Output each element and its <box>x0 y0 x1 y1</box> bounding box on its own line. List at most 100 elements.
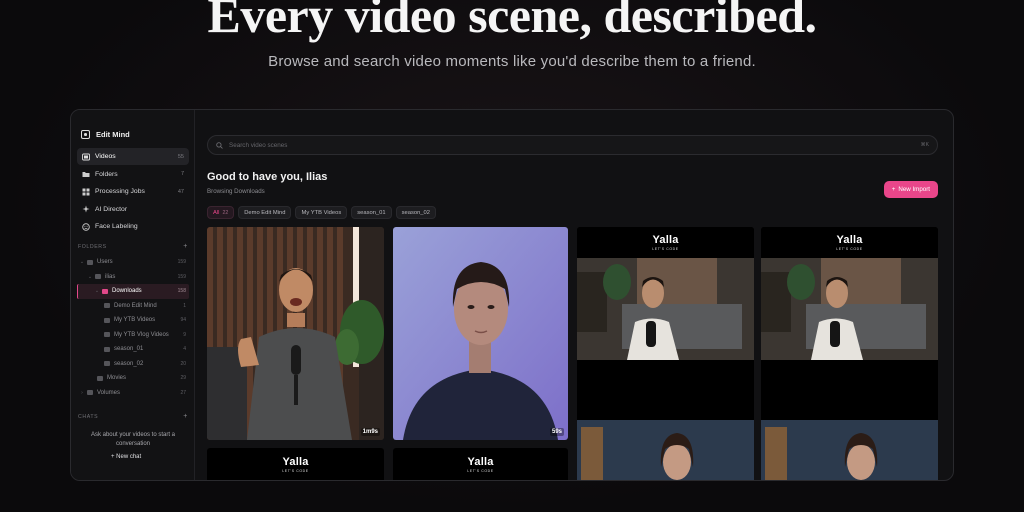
video-card[interactable]: Yalla LET'S CODE <box>207 448 384 480</box>
chevron-down-icon: ⌄ <box>79 259 85 266</box>
tree-item-my-ytb-videos[interactable]: My YTB Videos 94 <box>77 313 189 328</box>
hero-title: Every video scene, described. <box>207 0 817 43</box>
sidebar-item-folders[interactable]: Folders 7 <box>77 166 189 183</box>
tree-item-count: 29 <box>180 375 186 382</box>
video-overlay-subtitle: LET'S CODE <box>836 247 863 251</box>
add-chat-icon[interactable]: + <box>183 413 188 420</box>
app-window: Edit Mind Videos 55 Folders 7 Processing… <box>70 109 954 481</box>
video-duration: 59s <box>549 428 564 436</box>
tree-item-label: My YTB Videos <box>114 317 156 324</box>
chats-section-label: CHATS + <box>78 413 188 420</box>
video-overlay-subtitle: LET'S CODE <box>652 247 679 251</box>
chip-my-ytb-videos[interactable]: My YTB Videos <box>295 206 348 219</box>
chip-count: 22 <box>222 209 229 216</box>
tree-item-count: 4 <box>183 346 186 353</box>
video-card[interactable]: Yalla LET'S CODE <box>393 448 568 480</box>
chevron-down-icon: ⌄ <box>87 273 93 280</box>
folder-icon <box>104 317 110 323</box>
video-overlay-title: Yalla <box>652 234 679 246</box>
tree-item-ilias[interactable]: ⌄ ilias 159 <box>77 270 189 285</box>
video-thumbnail <box>761 227 938 480</box>
tree-item-downloads[interactable]: ⌄ Downloads 158 <box>77 284 189 299</box>
search-input[interactable] <box>229 141 921 149</box>
video-duration: 1m9s <box>360 428 380 436</box>
video-card[interactable]: Yalla LET'S CODE <box>761 227 938 480</box>
hero-subtitle: Browse and search video moments like you… <box>268 53 756 70</box>
sidebar-item-processing-jobs[interactable]: Processing Jobs 47 <box>77 183 189 200</box>
filter-chips: All 22 Demo Edit Mind My YTB Videos seas… <box>207 206 436 219</box>
tree-item-users[interactable]: ⌄ Users 159 <box>77 255 189 270</box>
video-thumbnail <box>207 227 384 440</box>
chat-help-text: Ask about your videos to start a convers… <box>90 432 176 447</box>
video-overlay-title: Yalla <box>282 456 309 468</box>
new-chat-button[interactable]: + New chat <box>111 454 141 460</box>
chip-season-01[interactable]: season_01 <box>351 206 392 219</box>
sidebar-item-count: 47 <box>177 188 184 195</box>
tree-item-season-02[interactable]: season_02 20 <box>77 357 189 372</box>
sidebar-item-label: Videos <box>95 153 116 160</box>
sidebar-item-face-labeling[interactable]: Face Labeling <box>77 218 189 235</box>
brand[interactable]: Edit Mind <box>81 130 130 139</box>
folders-section-label: FOLDERS + <box>78 243 188 250</box>
chip-season-02[interactable]: season_02 <box>395 206 436 219</box>
tree-item-label: season_02 <box>114 360 144 367</box>
tree-item-my-ytb-vlog-videos[interactable]: My YTB Vlog Videos 9 <box>77 328 189 343</box>
tree-item-label: season_01 <box>114 346 144 353</box>
chip-label: season_02 <box>401 209 430 216</box>
plus-icon: + <box>891 186 896 193</box>
tree-item-label: My YTB Vlog Videos <box>114 331 169 338</box>
tree-item-count: 20 <box>180 360 186 367</box>
search-bar[interactable]: ⌘K <box>207 135 938 155</box>
video-card[interactable]: 59s <box>393 227 568 440</box>
browsing-path: Browsing Downloads <box>207 188 265 195</box>
tree-item-demo-edit-mind[interactable]: Demo Edit Mind 1 <box>77 299 189 314</box>
add-folder-icon[interactable]: + <box>183 243 188 250</box>
tree-item-label: Movies <box>107 375 127 382</box>
video-card[interactable]: 1m9s <box>207 227 384 440</box>
search-shortcut: ⌘K <box>920 142 929 148</box>
chip-label: season_01 <box>357 209 386 216</box>
tree-item-label: Volumes <box>97 389 121 396</box>
folder-icon <box>87 259 93 265</box>
jobs-icon <box>82 188 90 196</box>
new-import-button[interactable]: + New Import <box>883 181 938 198</box>
folder-icon <box>97 375 103 381</box>
chevron-down-icon: ⌄ <box>94 288 100 295</box>
sidebar-item-videos[interactable]: Videos 55 <box>77 148 189 165</box>
chip-label: All <box>213 209 220 216</box>
video-overlay-subtitle: LET'S CODE <box>467 469 494 473</box>
sidebar-item-ai-director[interactable]: AI Director <box>77 201 189 218</box>
video-overlay-subtitle: LET'S CODE <box>282 469 309 473</box>
tree-item-count: 1 <box>183 302 186 309</box>
folder-icon <box>104 303 110 309</box>
chats-label: CHATS <box>78 414 99 420</box>
video-thumbnail <box>577 227 754 480</box>
sidebar-item-label: Face Labeling <box>95 223 138 230</box>
folder-icon <box>95 274 101 280</box>
sidebar-item-label: Folders <box>95 170 118 178</box>
tree-item-movies[interactable]: Movies 29 <box>77 371 189 386</box>
folder-icon <box>82 170 90 178</box>
tree-item-count: 94 <box>180 317 186 324</box>
chip-all[interactable]: All 22 <box>207 206 235 219</box>
folder-icon <box>104 361 110 367</box>
chip-label: Demo Edit Mind <box>244 209 286 216</box>
brand-name: Edit Mind <box>96 130 130 139</box>
chevron-right-icon: › <box>81 389 83 396</box>
tree-item-count: 159 <box>177 273 186 280</box>
tree-item-season-01[interactable]: season_01 4 <box>77 342 189 357</box>
sidebar-item-count: 55 <box>177 153 184 160</box>
tree-item-volumes[interactable]: › Volumes 27 <box>77 386 189 401</box>
tree-item-count: 158 <box>177 288 186 295</box>
folder-icon <box>102 288 108 294</box>
chip-demo-edit-mind[interactable]: Demo Edit Mind <box>238 206 292 219</box>
video-overlay-title: Yalla <box>836 234 863 246</box>
search-icon <box>216 141 224 149</box>
video-overlay-title: Yalla <box>467 456 494 468</box>
chip-label: My YTB Videos <box>301 209 342 216</box>
face-icon <box>82 222 90 231</box>
video-thumbnail <box>393 227 568 440</box>
tree-item-count: 9 <box>183 331 186 338</box>
video-card[interactable]: Yalla LET'S CODE <box>577 227 754 480</box>
tree-item-count: 159 <box>177 259 186 266</box>
